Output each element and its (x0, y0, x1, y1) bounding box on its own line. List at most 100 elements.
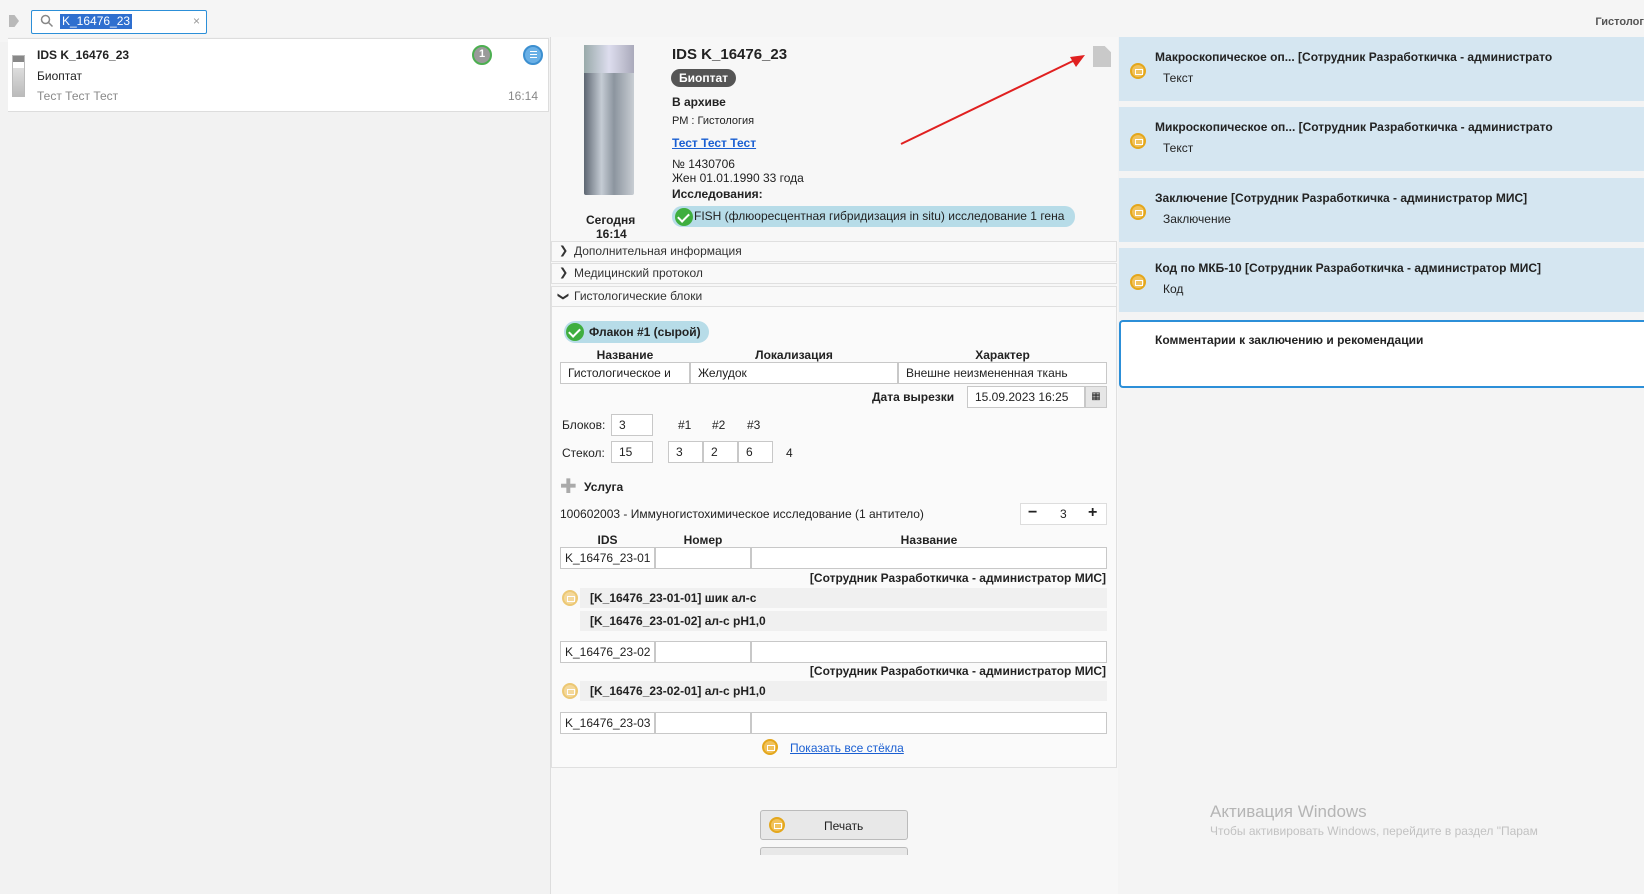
search-value[interactable]: K_16476_23 (60, 14, 133, 29)
list-item-patient: Тест Тест Тест (37, 89, 119, 103)
patient-link[interactable]: Тест Тест Тест (672, 136, 756, 150)
search-input[interactable]: K_16476_23 × (31, 10, 207, 34)
print-icon[interactable] (1130, 63, 1146, 79)
print-icon[interactable] (562, 683, 578, 699)
print-icon[interactable] (1130, 274, 1146, 290)
card-icd[interactable]: Код по МКБ-10 [Сотрудник Разработкичка -… (1119, 248, 1644, 312)
section-protocol[interactable]: ❯ Медицинский протокол (551, 263, 1117, 284)
glass-item[interactable]: [K_16476_23-01-02] ал-с рН1,0 (590, 614, 766, 628)
glass-extra: 4 (786, 446, 793, 460)
col-3: #3 (747, 418, 761, 432)
top-bar (0, 0, 1644, 42)
card-title: Код по МКБ-10 [Сотрудник Разработкичка -… (1155, 261, 1542, 275)
card-sub: Заключение (1163, 212, 1231, 226)
plus-icon[interactable]: ✚ (560, 477, 577, 497)
cut-date-label: Дата вырезки (872, 390, 955, 404)
glass-item[interactable]: [K_16476_23-01-01] шик ал-с (590, 591, 756, 605)
quantity-value[interactable]: 3 (1060, 507, 1067, 521)
service-label[interactable]: Услуга (584, 480, 623, 494)
print-button-label: Печать (824, 819, 864, 833)
studies-label: Исследования: (672, 187, 763, 201)
case-number: № 1430706 (672, 157, 735, 171)
print-icon[interactable] (1130, 133, 1146, 149)
search-icon (40, 14, 54, 28)
row-number-field[interactable] (655, 641, 751, 663)
glass-1-field[interactable]: 3 (668, 441, 703, 463)
patient-birth: Жен 01.01.1990 33 года (672, 171, 804, 185)
quantity-stepper[interactable]: − 3 + (1020, 503, 1107, 525)
print-button[interactable]: Печать (760, 810, 908, 840)
card-title: Заключение [Сотрудник Разработкичка - ад… (1155, 191, 1528, 205)
study-label: FISH (флюоресцентная гибридизация in sit… (694, 209, 1065, 223)
row-staff: [Сотрудник Разработкичка - администратор… (809, 571, 1106, 585)
glass-item[interactable]: [K_16476_23-02-01] ал-с рН1,0 (590, 684, 766, 698)
clear-icon[interactable]: × (193, 14, 200, 28)
col-header-ids: IDS (597, 533, 618, 547)
cut-date-field[interactable]: 15.09.2023 16:25 (967, 386, 1085, 408)
col-header-num: Номер (683, 533, 723, 547)
row-ids[interactable]: K_16476_23-03 (560, 712, 655, 734)
secondary-button[interactable] (760, 847, 908, 855)
date-label: Сегодня (586, 213, 636, 227)
localization-field[interactable]: Желудок (690, 362, 898, 384)
row-name-field[interactable] (751, 547, 1107, 569)
blocks-field[interactable]: 3 (611, 414, 653, 436)
list-item-time: 16:14 (508, 89, 539, 103)
list-item-type: Биоптат (37, 69, 83, 83)
study-item[interactable]: FISH (флюоресцентная гибридизация in sit… (672, 206, 1075, 227)
comment-label: Комментарии к заключению и рекомендации (1155, 333, 1424, 347)
watermark-text: Чтобы активировать Windows, перейдите в … (1210, 824, 1538, 838)
rm-text: РМ : Гистология (672, 115, 755, 127)
section-label: Дополнительная информация (574, 244, 742, 258)
print-icon (769, 817, 785, 833)
chevron-right-icon: ❯ (559, 245, 569, 257)
flask-tag[interactable]: Флакон #1 (сырой) (564, 321, 709, 343)
col-header-title: Название (900, 533, 958, 547)
print-icon[interactable] (762, 739, 778, 755)
card-sub: Текст (1163, 71, 1194, 85)
row-name-field[interactable] (751, 712, 1107, 734)
name-field[interactable]: Гистологическое и (560, 362, 690, 384)
section-extra-info[interactable]: ❯ Дополнительная информация (551, 241, 1117, 262)
glass-2-field[interactable]: 2 (703, 441, 738, 463)
row-ids[interactable]: K_16476_23-02 (560, 641, 655, 663)
card-sub: Текст (1163, 141, 1194, 155)
card-micro[interactable]: Микроскопическое оп... [Сотрудник Разраб… (1119, 107, 1644, 171)
character-field[interactable]: Внешне неизмененная ткань (898, 362, 1107, 384)
glass-3-field[interactable]: 6 (738, 441, 773, 463)
flask-label: Флакон #1 (сырой) (589, 325, 701, 339)
chevron-right-icon: ❯ (559, 267, 569, 279)
row-ids[interactable]: K_16476_23-01 (560, 547, 655, 569)
module-title: Гистолог (1595, 16, 1644, 28)
row-number-field[interactable] (655, 712, 751, 734)
time-label: 16:14 (596, 227, 627, 241)
row-name-field[interactable] (751, 641, 1107, 663)
annotation-arrow (900, 55, 1085, 145)
check-icon (566, 323, 584, 341)
minus-button[interactable]: − (1028, 504, 1037, 522)
col-header-name: Название (596, 348, 654, 362)
service-text: 100602003 - Иммуногистохимическое исслед… (560, 507, 924, 521)
row-staff: [Сотрудник Разработкичка - администратор… (809, 664, 1106, 678)
plus-button[interactable]: + (1088, 504, 1097, 522)
section-blocks[interactable]: ❯ Гистологические блоки (551, 286, 1117, 307)
print-icon[interactable] (1130, 204, 1146, 220)
print-icon[interactable] (562, 590, 578, 606)
card-title: Макроскопическое оп... [Сотрудник Разраб… (1155, 50, 1553, 64)
calendar-icon[interactable]: ▦ (1085, 386, 1107, 408)
col-header-char: Характер (975, 348, 1030, 362)
col-1: #1 (678, 418, 692, 432)
glass-field[interactable]: 15 (611, 441, 653, 463)
card-macro[interactable]: Макроскопическое оп... [Сотрудник Разраб… (1119, 37, 1644, 101)
document-icon[interactable] (523, 45, 543, 65)
card-conclusion[interactable]: Заключение [Сотрудник Разработкичка - ад… (1119, 178, 1644, 242)
watermark-title: Активация Windows (1210, 802, 1367, 821)
status-text: В архиве (672, 95, 726, 109)
row-number-field[interactable] (655, 547, 751, 569)
comment-field[interactable]: Комментарии к заключению и рекомендации (1119, 320, 1644, 388)
show-all-link[interactable]: Показать все стёкла (790, 741, 904, 755)
status-icon: 1 (472, 45, 492, 65)
card-sub: Код (1163, 282, 1184, 296)
section-label: Медицинский протокол (574, 266, 703, 280)
section-label: Гистологические блоки (574, 289, 703, 303)
